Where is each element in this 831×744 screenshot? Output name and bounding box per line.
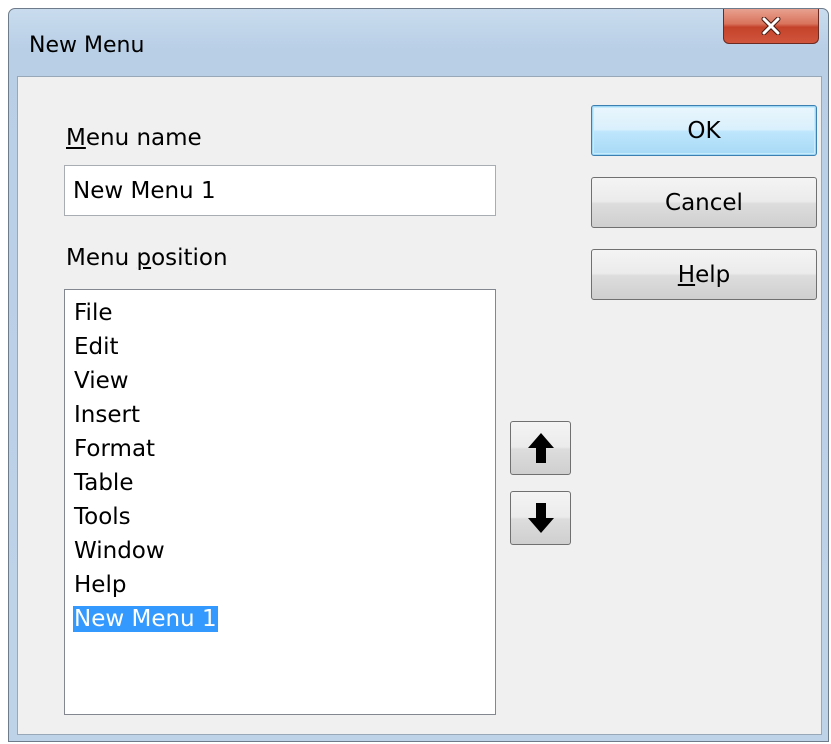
list-item[interactable]: Format: [65, 432, 495, 466]
help-accel: H: [677, 261, 696, 288]
move-down-button[interactable]: [510, 491, 571, 545]
menu-position-label: Menu position: [66, 245, 228, 271]
close-icon: [761, 16, 781, 35]
list-item-label: Format: [74, 436, 156, 462]
list-item[interactable]: View: [65, 364, 495, 398]
close-button[interactable]: [723, 9, 819, 44]
dialog-body: Menu name Menu position File Edit View Inse…: [17, 76, 822, 735]
ok-button[interactable]: OK: [591, 105, 817, 156]
list-item[interactable]: Help: [65, 568, 495, 602]
list-item[interactable]: Window: [65, 534, 495, 568]
list-item-label: Edit: [74, 334, 119, 360]
arrow-down-icon: [527, 503, 554, 533]
list-item[interactable]: Tools: [65, 500, 495, 534]
list-item[interactable]: File: [65, 296, 495, 330]
menu-position-listbox[interactable]: File Edit View Insert Format Table Tools Window…: [64, 289, 496, 715]
help-label: elp: [695, 261, 731, 288]
list-item[interactable]: Table: [65, 466, 495, 500]
menu-name-label: Menu name: [66, 125, 202, 151]
list-item-label: Tools: [74, 504, 131, 530]
arrow-up-icon: [527, 433, 554, 463]
list-item-label: Help: [74, 572, 127, 598]
menu-name-input[interactable]: [64, 165, 496, 216]
list-item-label: Table: [74, 470, 134, 496]
list-item[interactable]: Insert: [65, 398, 495, 432]
list-item-label: View: [74, 368, 129, 394]
list-item-label: Window: [74, 538, 165, 564]
list-item[interactable]: New Menu 1: [65, 602, 495, 636]
list-item-label: File: [74, 300, 113, 326]
list-item[interactable]: Edit: [65, 330, 495, 364]
new-menu-dialog: New Menu Menu name Menu position File Edi…: [8, 8, 829, 742]
list-item-label: New Menu 1: [73, 606, 218, 632]
title-bar[interactable]: New Menu: [9, 9, 828, 79]
move-up-button[interactable]: [510, 421, 571, 475]
help-button[interactable]: Help: [591, 249, 817, 300]
cancel-button[interactable]: Cancel: [591, 177, 817, 228]
dialog-title: New Menu: [29, 33, 145, 58]
list-item-label: Insert: [74, 402, 140, 428]
